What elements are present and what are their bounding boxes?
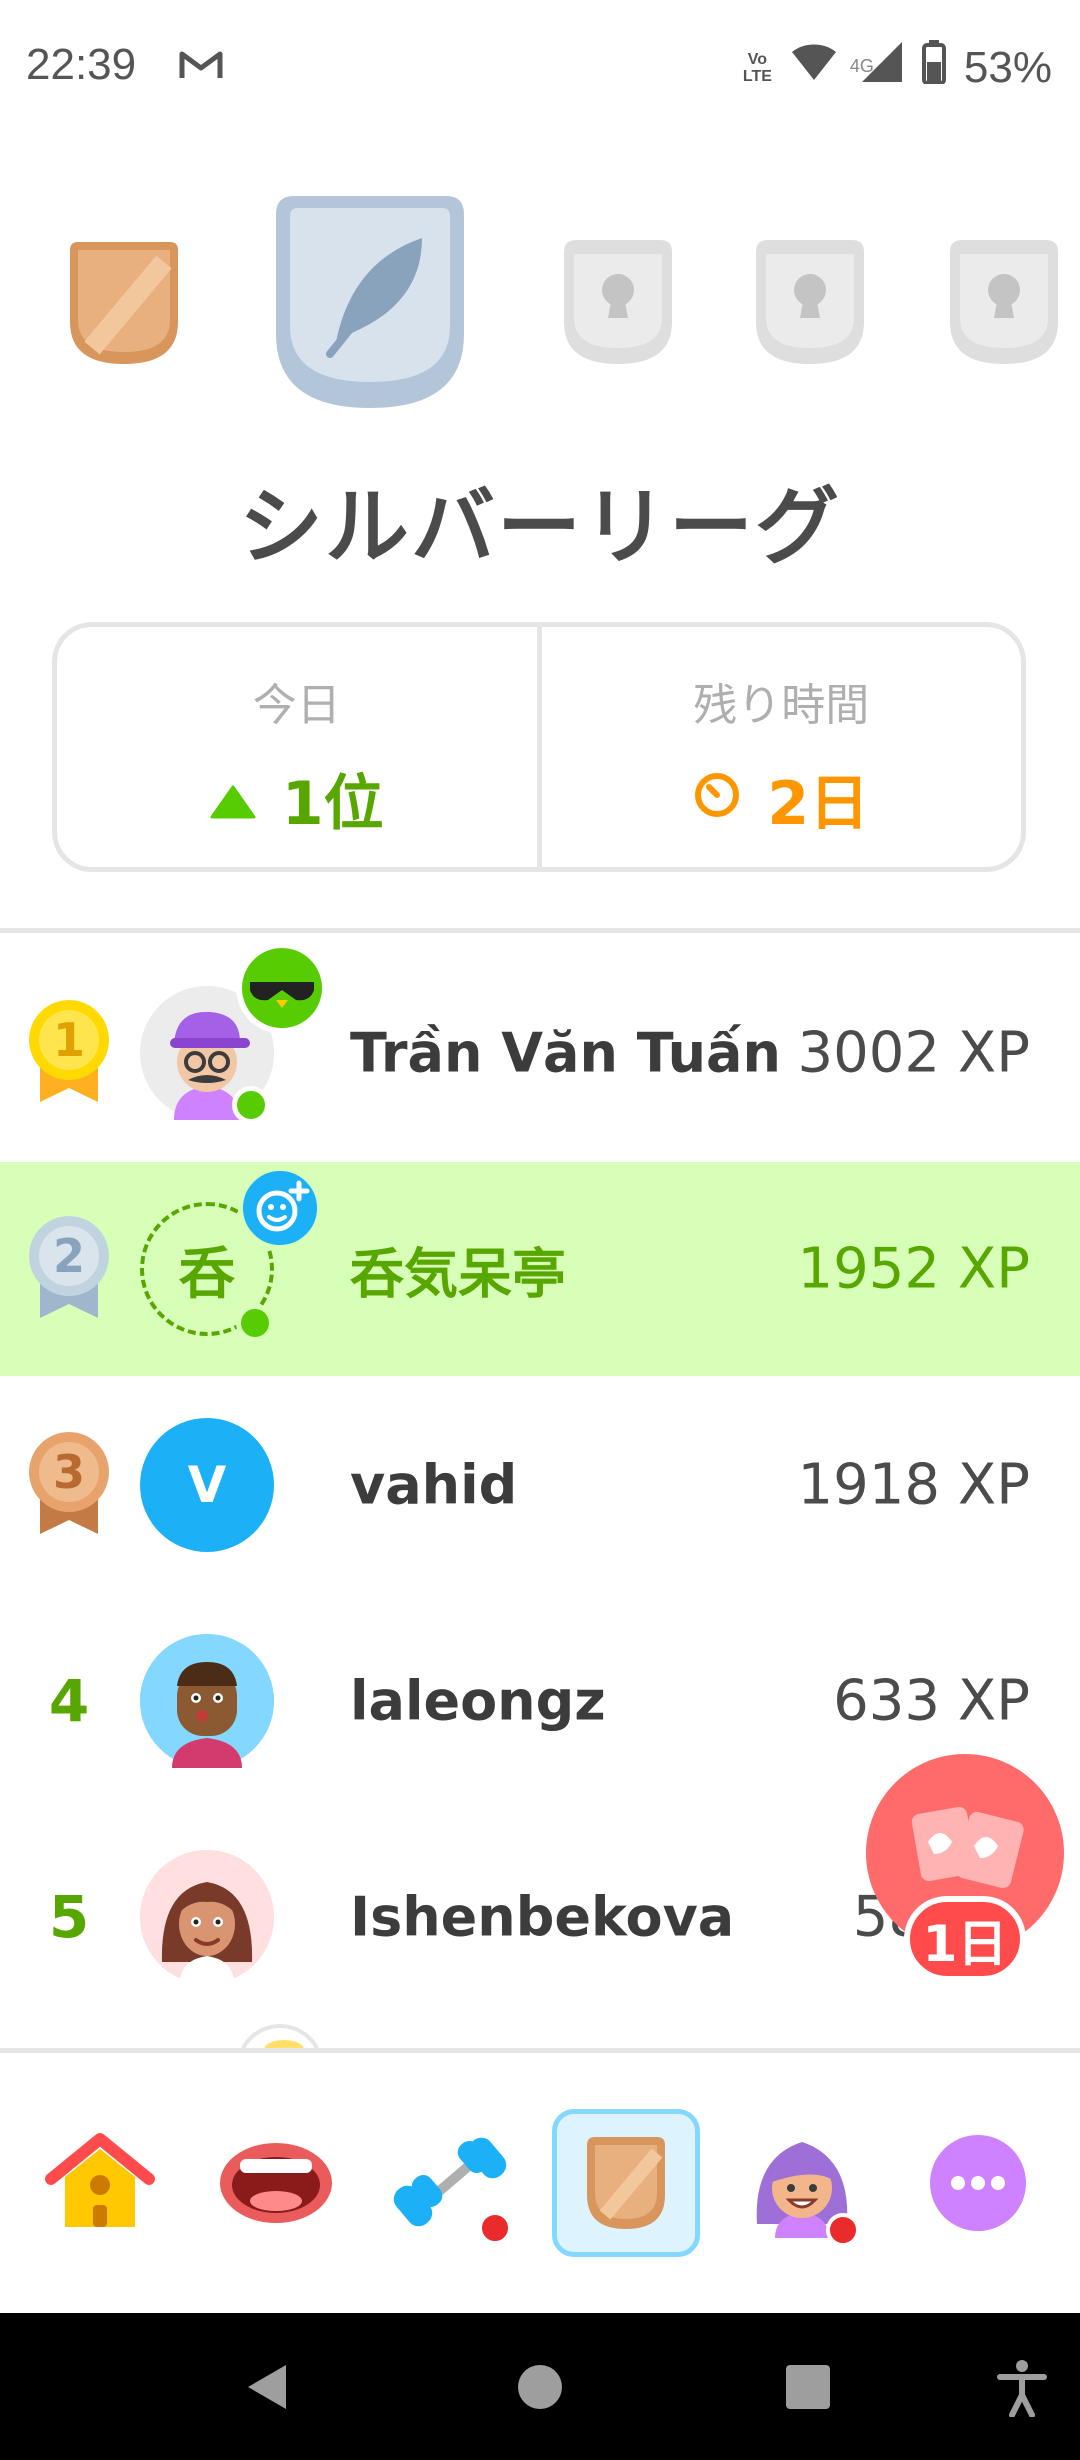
locked-league-badge-3[interactable]: [946, 238, 1062, 370]
stats-card: 今日 1位 残り時間 2日: [52, 622, 1026, 872]
silver-league-badge-current[interactable]: [272, 192, 468, 416]
user-xp: 1952 XP: [797, 1236, 1030, 1302]
nav-speak[interactable]: [202, 2109, 350, 2257]
rank-number: 5: [48, 1883, 90, 1951]
user-xp: 633 XP: [833, 1668, 1030, 1734]
silver-medal-icon: 2: [26, 1212, 112, 1326]
gmail-icon: [178, 48, 224, 86]
battery-icon: [921, 40, 946, 95]
svg-text:1: 1: [53, 1013, 85, 1067]
gold-medal-icon: 1: [26, 996, 112, 1110]
leaderboard-row-1[interactable]: 1 Trần Văn Tuấn 3002 XP: [0, 942, 1080, 1160]
nav-profile[interactable]: [728, 2109, 876, 2257]
status-time: 22:39: [26, 40, 137, 89]
avatar-letter: V: [187, 1456, 227, 1514]
chest-timer-badge: 1日: [904, 1896, 1026, 1982]
user-name: laleongz: [350, 1669, 606, 1733]
notification-dot: [478, 2211, 512, 2245]
leaderboard-row-3[interactable]: 3 V vahid 1918 XP: [0, 1378, 1080, 1592]
accessibility-icon[interactable]: [996, 2359, 1048, 2417]
remaining-value: 2日: [767, 769, 870, 839]
today-rank-value: 1位: [281, 769, 384, 839]
leaderboard-row-2-current-user[interactable]: 2 呑 呑気呆亭 1952 XP: [0, 1162, 1080, 1376]
avatar[interactable]: [140, 1850, 274, 1984]
nav-more[interactable]: [904, 2109, 1052, 2257]
rank-up-arrow-icon: [210, 764, 256, 834]
battery-percent: 53%: [963, 42, 1052, 92]
section-divider: [0, 928, 1080, 933]
status-bar: 22:39 Vo LTE 4G 53%: [0, 0, 1080, 130]
speak-icon: [220, 2143, 332, 2223]
wifi-icon: [790, 42, 838, 93]
avatar[interactable]: [140, 1634, 274, 1768]
home-circle-icon[interactable]: [516, 2363, 564, 2411]
remaining-time-stat: 残り時間 2日: [536, 627, 1022, 867]
nav-leaderboard[interactable]: [552, 2109, 700, 2257]
user-name: Ishenbekova: [350, 1885, 735, 1949]
online-indicator: [236, 1304, 274, 1342]
svg-text:3: 3: [53, 1445, 85, 1499]
add-avatar-badge-icon[interactable]: [238, 1166, 322, 1250]
nav-home[interactable]: [26, 2109, 174, 2257]
leaderboard-icon: [587, 2137, 665, 2229]
avatar-letter: 呑: [179, 1241, 235, 1307]
user-name: 呑気呆亭: [350, 1242, 566, 1306]
user-xp: 3002 XP: [797, 1020, 1030, 1086]
locked-league-badge-1[interactable]: [560, 238, 676, 370]
svg-text:2: 2: [53, 1229, 85, 1283]
remaining-label: 残り時間: [693, 680, 870, 731]
timer-icon: [693, 764, 741, 834]
home-icon: [45, 2133, 155, 2227]
more-icon: [930, 2135, 1026, 2231]
user-name: vahid: [350, 1453, 518, 1517]
today-label: 今日: [252, 680, 341, 731]
bronze-league-badge[interactable]: [66, 240, 182, 370]
user-name: Trần Văn Tuấn: [350, 1021, 781, 1085]
signal-icon: 4G: [850, 40, 904, 95]
status-icons: Vo LTE 4G 53%: [743, 40, 1052, 95]
notification-dot: [826, 2213, 860, 2247]
nav-practice[interactable]: [376, 2109, 524, 2257]
bottom-navigation: [0, 2053, 1080, 2313]
bronze-medal-icon: 3: [26, 1428, 112, 1542]
online-indicator: [232, 1086, 270, 1124]
rank-number: 4: [48, 1667, 90, 1735]
avatar[interactable]: V: [140, 1418, 274, 1552]
system-navigation-bar: [0, 2313, 1080, 2460]
locked-league-badge-2[interactable]: [752, 238, 868, 370]
volte-icon: Vo LTE: [742, 50, 772, 85]
sunglasses-owl-badge-icon: [236, 942, 328, 1034]
user-xp: 1918 XP: [797, 1452, 1030, 1518]
back-icon[interactable]: [244, 2361, 290, 2413]
today-rank-stat: 今日 1位: [57, 627, 537, 867]
recents-icon[interactable]: [786, 2365, 830, 2409]
league-title: シルバーリーグ: [238, 478, 841, 576]
